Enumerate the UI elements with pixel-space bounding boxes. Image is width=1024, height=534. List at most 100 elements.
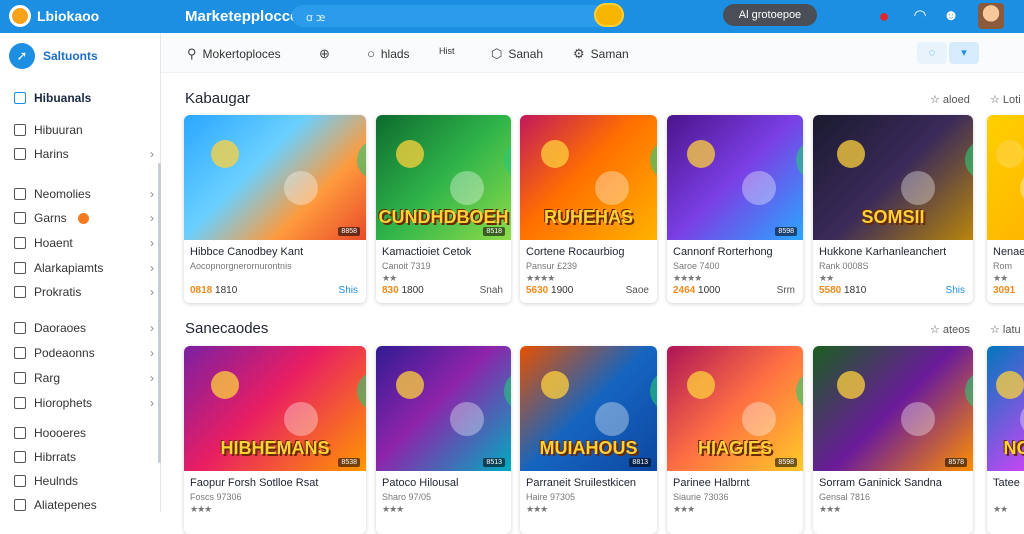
price: 3091	[993, 285, 1015, 296]
chevron-right-icon: ›	[150, 147, 154, 161]
chevron-right-icon: ›	[150, 261, 154, 275]
artwork-shape	[211, 140, 240, 168]
thumbnail-tag: 8518	[483, 227, 505, 236]
artwork-shape	[996, 140, 1024, 168]
section-link[interactable]: ☆ latu	[990, 323, 1021, 336]
price: 830 1800	[382, 285, 424, 296]
sidebar-item[interactable]: Heulnds	[14, 474, 154, 488]
gem-icon: ⬡	[491, 46, 503, 61]
chevron-right-icon: ›	[150, 371, 154, 385]
app-logo[interactable]: Lbiokaoo	[9, 5, 99, 27]
sidebar-item[interactable]: Rarg ›	[14, 371, 154, 385]
filter-zoom[interactable]: ⊕	[319, 46, 330, 62]
sidebar-item[interactable]: Prokratis ›	[14, 285, 154, 299]
sidebar-header[interactable]: ➚ Saltuonts	[9, 43, 98, 69]
sidebar-item-label: Hibuuran	[34, 123, 83, 137]
sidebar-item-label: Podeaonns	[34, 346, 95, 360]
sidebar-item-label: Rarg	[34, 371, 61, 385]
artwork-shape	[1020, 402, 1024, 437]
coin-icon[interactable]	[594, 3, 624, 27]
section-link[interactable]: ☆ Loti	[990, 93, 1021, 106]
card-subtitle-text: Sharo 97/05	[382, 492, 432, 502]
mascot-icon[interactable]: ●	[873, 5, 895, 27]
sidebar-item[interactable]: Aliatepenes	[14, 498, 154, 512]
price-old: 1800	[401, 285, 424, 296]
game-card[interactable]: 8578 Sorram Ganinick Sandna Gensal 7816 ★★★	[813, 346, 973, 534]
filter-hlads[interactable]: ○ hlads	[367, 46, 410, 61]
price: 5630 1900	[526, 285, 573, 296]
account-pill-button[interactable]: Al grotoepoe	[723, 4, 817, 26]
artwork-shape	[796, 140, 803, 180]
list-view-button[interactable]: ▾	[949, 42, 979, 64]
location-icon[interactable]: ◠	[909, 5, 931, 27]
game-card[interactable]: CUNDHDBOEH 8518 Kamactioiet Cetok Canoit 73…	[376, 115, 511, 303]
badge-icon	[77, 212, 89, 224]
logo-icon	[9, 5, 31, 27]
rating-stars: ★★★★	[526, 273, 555, 283]
filter-marketplaces[interactable]: ⚲ Mokertoploces	[187, 46, 281, 62]
game-card[interactable]: NO Tatee ★★	[987, 346, 1024, 534]
sidebar-scrollbar[interactable]	[158, 163, 161, 463]
sidebar-item[interactable]: Hibuuran	[14, 123, 154, 137]
sidebar-item-label: Harins	[34, 147, 69, 161]
game-thumbnail: 8578	[813, 346, 973, 471]
card-action-button[interactable]: Shis	[339, 285, 358, 296]
filter-hist[interactable]: Hist	[439, 46, 455, 56]
card-subtitle-text: Saroe 7400	[673, 261, 720, 271]
card-title: Patoco Hilousal	[382, 477, 459, 489]
price-current: 5630	[526, 285, 549, 296]
game-card[interactable]: 8858 Hibbce Canodbey Kant Aocopnorgnerornu…	[184, 115, 366, 303]
thumbnail-tag: 8538	[338, 458, 360, 467]
section-link-label: Loti	[1002, 94, 1021, 106]
card-title: Tatee	[993, 477, 1020, 489]
user-icon[interactable]: ☻	[940, 5, 962, 27]
section-link[interactable]: ☆ aloed	[930, 93, 970, 106]
card-subtitle: Haire 97305	[526, 492, 575, 502]
card-subtitle-text: Siaurie 73036	[673, 492, 729, 502]
game-card[interactable]: HIAGIES 8598 Parinee Halbrnt Siaurie 73036 ★…	[667, 346, 803, 534]
sidebar-item[interactable]: Alarkapiamts ›	[14, 261, 154, 275]
card-action-button[interactable]: Snah	[480, 285, 503, 296]
game-card[interactable]: Nenae Rom ★★ 3091	[987, 115, 1024, 303]
game-card[interactable]: MUIAHOUS 8813 Parraneit Sruilestkicen Haire…	[520, 346, 657, 534]
card-action-button[interactable]: Shis	[946, 285, 965, 296]
artwork-shape	[687, 140, 716, 168]
game-card[interactable]: SOMSII Hukkone Karhanleanchert Rank 0008S ★…	[813, 115, 973, 303]
card-action-button[interactable]: Srm	[777, 285, 795, 296]
price-old: 1900	[551, 285, 574, 296]
section-link-label: latu	[1002, 324, 1021, 336]
sidebar-header-label: Saltuonts	[43, 49, 98, 63]
sidebar-item[interactable]: Garns ›	[14, 211, 154, 225]
sidebar-item[interactable]: Hibuanals	[14, 91, 154, 105]
chevron-right-icon: ›	[150, 321, 154, 335]
artwork-shape	[901, 402, 935, 437]
sidebar-item[interactable]: Hiorophets ›	[14, 396, 154, 410]
filter-saman[interactable]: ⚙ Saman	[573, 46, 629, 62]
game-card[interactable]: 8513 Patoco Hilousal Sharo 97/05 ★★★	[376, 346, 511, 534]
section-link[interactable]: ☆ ateos	[930, 323, 970, 336]
artwork-title: HIAGIES	[697, 438, 772, 458]
filter-sanah[interactable]: ⬡ Sanah	[491, 46, 543, 62]
sidebar-item[interactable]: Harins ›	[14, 147, 154, 161]
sidebar-item-label: Hiorophets	[34, 396, 93, 410]
sidebar-item[interactable]: Hoaent ›	[14, 236, 154, 250]
artwork-shape	[211, 371, 240, 399]
sidebar-item[interactable]: Neomolies ›	[14, 187, 154, 201]
chevron-right-icon: ›	[150, 187, 154, 201]
grid-view-button[interactable]: ◌	[917, 42, 947, 64]
artwork-shape	[450, 402, 485, 437]
sidebar-item[interactable]: Hibrrats	[14, 450, 154, 464]
avatar[interactable]	[978, 3, 1004, 29]
sidebar-item-label: Alarkapiamts	[34, 261, 104, 275]
price-current: 5580	[819, 285, 842, 296]
chevron-right-icon: ›	[150, 236, 154, 250]
game-card[interactable]: HIBHEMANS 8538 Faopur Forsh Sotlloe Rsat Fo…	[184, 346, 366, 534]
game-card[interactable]: RUHEHAS Cortene Rocaurbiog Pansur £239 ★★★★…	[520, 115, 657, 303]
sidebar-item[interactable]: Daoraoes ›	[14, 321, 154, 335]
card-action-button[interactable]: Saoe	[626, 285, 649, 296]
sidebar-item[interactable]: Podeaonns ›	[14, 346, 154, 360]
search-input[interactable]: ꭤ ꭢ	[292, 5, 622, 27]
artwork-shape	[504, 140, 511, 180]
game-card[interactable]: 8598 Cannonf Rorterhong Saroe 7400 ★★★★ 2464…	[667, 115, 803, 303]
sidebar-item[interactable]: Hoooeres	[14, 426, 154, 440]
